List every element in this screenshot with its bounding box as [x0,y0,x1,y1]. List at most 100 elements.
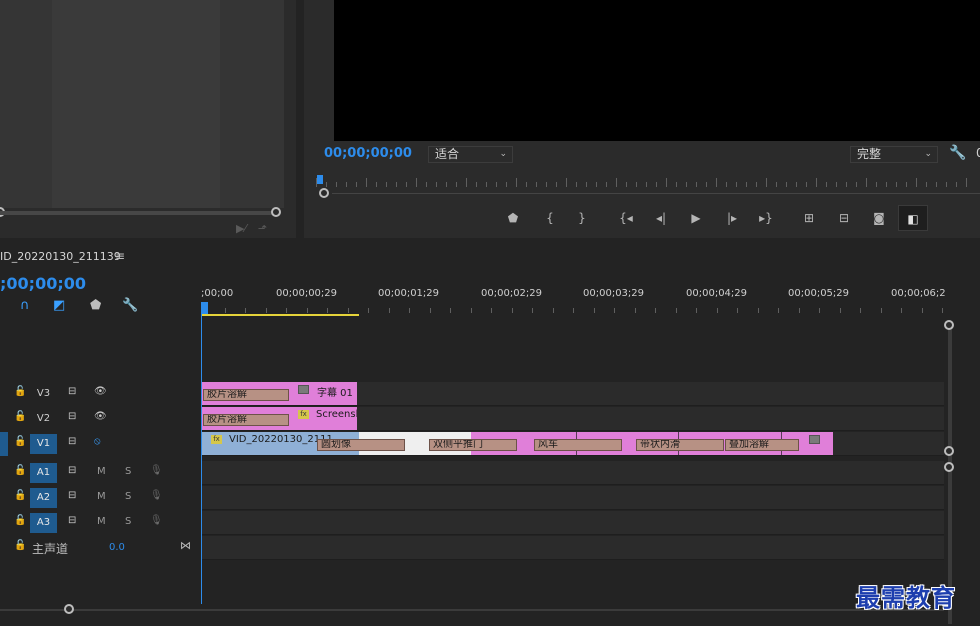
timeline-horizontal-scrollbar[interactable] [0,609,944,611]
ruler-tick [516,178,517,187]
export-frame-icon[interactable]: ◙ [866,205,892,231]
mute-button[interactable]: M [97,491,106,502]
track-target-v2[interactable]: V2 [30,409,57,429]
play-icon[interactable]: ▶ [683,205,709,231]
add-marker-icon[interactable]: ⬟ [90,298,101,313]
microphone-icon[interactable]: 🎙 [150,515,163,526]
timeline-timecode[interactable]: ;00;00;00 [0,274,86,293]
ruler-tick [746,182,747,187]
sequence-tab[interactable]: ID_20220130_211139 [0,250,121,263]
transition-clip[interactable]: 带状内滑 [636,439,724,451]
microphone-icon[interactable]: 🎙 [150,465,163,476]
lock-icon[interactable]: 🔓 [14,386,26,397]
lock-icon[interactable]: 🔓 [14,490,26,501]
lock-icon[interactable]: 🔓 [14,436,26,447]
panel-menu-icon[interactable]: ≡ [115,249,125,263]
track-body[interactable] [201,511,944,535]
program-video-frame [334,0,980,141]
transition-clip[interactable]: 风车 [534,439,622,451]
track-target-v1[interactable]: V1 [30,434,57,454]
master-volume-value[interactable]: 0.0 [109,542,125,553]
program-time-ruler[interactable] [316,176,980,188]
track-target-a3[interactable]: A3 [30,513,57,533]
mark-in-icon[interactable]: { [537,205,563,231]
track-body[interactable] [201,461,944,485]
eye-icon[interactable]: 👁 [94,411,107,422]
go-to-in-icon[interactable]: {◂ [613,205,639,231]
sync-lock-icon[interactable]: ⊟ [68,436,76,447]
ruler-tick [496,182,497,187]
work-area-bar[interactable] [202,314,359,316]
lock-icon[interactable]: 🔓 [14,411,26,422]
microphone-icon[interactable]: 🎙 [150,490,163,501]
mute-button[interactable]: M [97,516,106,527]
transition-clip[interactable]: 圆划像 [317,439,405,451]
solo-button[interactable]: S [125,466,131,477]
title-clip[interactable]: 胶片溶解 字幕 01 [201,382,357,405]
resolution-dropdown[interactable]: 完整 ⌄ [850,146,938,163]
lift-icon[interactable]: ⊞ [796,205,822,231]
ruler-tick [511,308,513,313]
transition-clip[interactable]: 胶片溶解 [203,414,289,426]
track-body[interactable] [201,486,944,510]
ruler-tick [566,178,567,187]
program-zoom-knob[interactable] [319,188,329,198]
track-body[interactable]: 胶片溶解 字幕 01 [201,382,944,406]
ruler-tick [336,182,337,187]
program-playhead[interactable] [317,175,323,184]
track-target-a1[interactable]: A1 [30,463,57,483]
timeline-playhead[interactable] [201,302,208,314]
image-clip[interactable]: 胶片溶解 fx Screensh [201,407,357,430]
sync-lock-icon[interactable]: ⊟ [68,411,76,422]
track-target-a2[interactable]: A2 [30,488,57,508]
mark-out-icon[interactable]: } [569,205,595,231]
track-v2: 🔓 V2 ⊟ 👁 胶片溶解 fx Screensh [0,407,944,431]
video-scroll-knob[interactable] [944,446,954,456]
export-frame-icon[interactable]: ⬏ [258,222,267,235]
solo-button[interactable]: S [125,491,131,502]
ruler-tick [546,182,547,187]
go-to-end-icon[interactable]: ⋈ [180,539,191,552]
mute-button[interactable]: M [97,466,106,477]
extract-icon[interactable]: ⊟ [831,205,857,231]
snap-icon[interactable]: ∩ [20,298,30,313]
program-timecode[interactable]: 00;00;00;00 [324,146,412,161]
audio-scroll-knob[interactable] [944,462,954,472]
sync-lock-icon[interactable]: ⊟ [68,490,76,501]
sync-lock-icon[interactable]: ⊟ [68,386,76,397]
eye-hidden-icon[interactable]: ⦸ [94,436,101,447]
track-body[interactable]: fx VID_20220130_2111 圆划像 双侧平推门 风车 带状内滑 叠… [201,432,944,456]
track-target-v3[interactable]: V3 [30,384,57,404]
source-scroll-end-knob[interactable] [271,207,281,217]
fit-dropdown[interactable]: 适合 ⌄ [428,146,513,163]
solo-button[interactable]: S [125,516,131,527]
transition-clip[interactable]: 胶片溶解 [203,389,289,401]
add-marker-icon[interactable]: ⬟ [500,205,526,231]
insert-icon[interactable]: ▶⁄ [236,222,246,235]
step-back-icon[interactable]: ◂| [648,205,674,231]
ruler-tick [806,182,807,187]
video-scroll-knob[interactable] [944,320,954,330]
sync-lock-icon[interactable]: ⊟ [68,515,76,526]
transition-clip[interactable]: 双侧平推门 [429,439,517,451]
wrench-icon[interactable]: 🔧 [949,145,966,161]
linked-selection-icon[interactable]: ◩ [53,298,65,313]
eye-icon[interactable]: 👁 [94,386,107,397]
lock-icon[interactable]: 🔓 [14,515,26,526]
track-body[interactable]: 胶片溶解 fx Screensh [201,407,944,431]
timeline-time-ruler[interactable]: ;00;00 00;00;00;29 00;00;01;29 00;00;02;… [200,284,946,318]
lock-icon[interactable]: 🔓 [14,540,26,551]
ruler-tick [655,308,656,313]
comparison-view-icon[interactable]: ◧ [898,205,928,231]
program-zoom-bar[interactable] [332,193,980,194]
go-to-out-icon[interactable]: ▸} [753,205,779,231]
wrench-icon[interactable]: 🔧 [122,298,138,313]
step-forward-icon[interactable]: |▸ [719,205,745,231]
lock-icon[interactable]: 🔓 [14,465,26,476]
track-body[interactable] [201,536,944,560]
source-patch-v1[interactable] [0,432,8,456]
timeline-zoom-knob[interactable] [64,604,74,614]
transition-clip[interactable]: 叠加溶解 [725,439,799,451]
sync-lock-icon[interactable]: ⊟ [68,465,76,476]
source-scrollbar[interactable] [0,211,280,215]
